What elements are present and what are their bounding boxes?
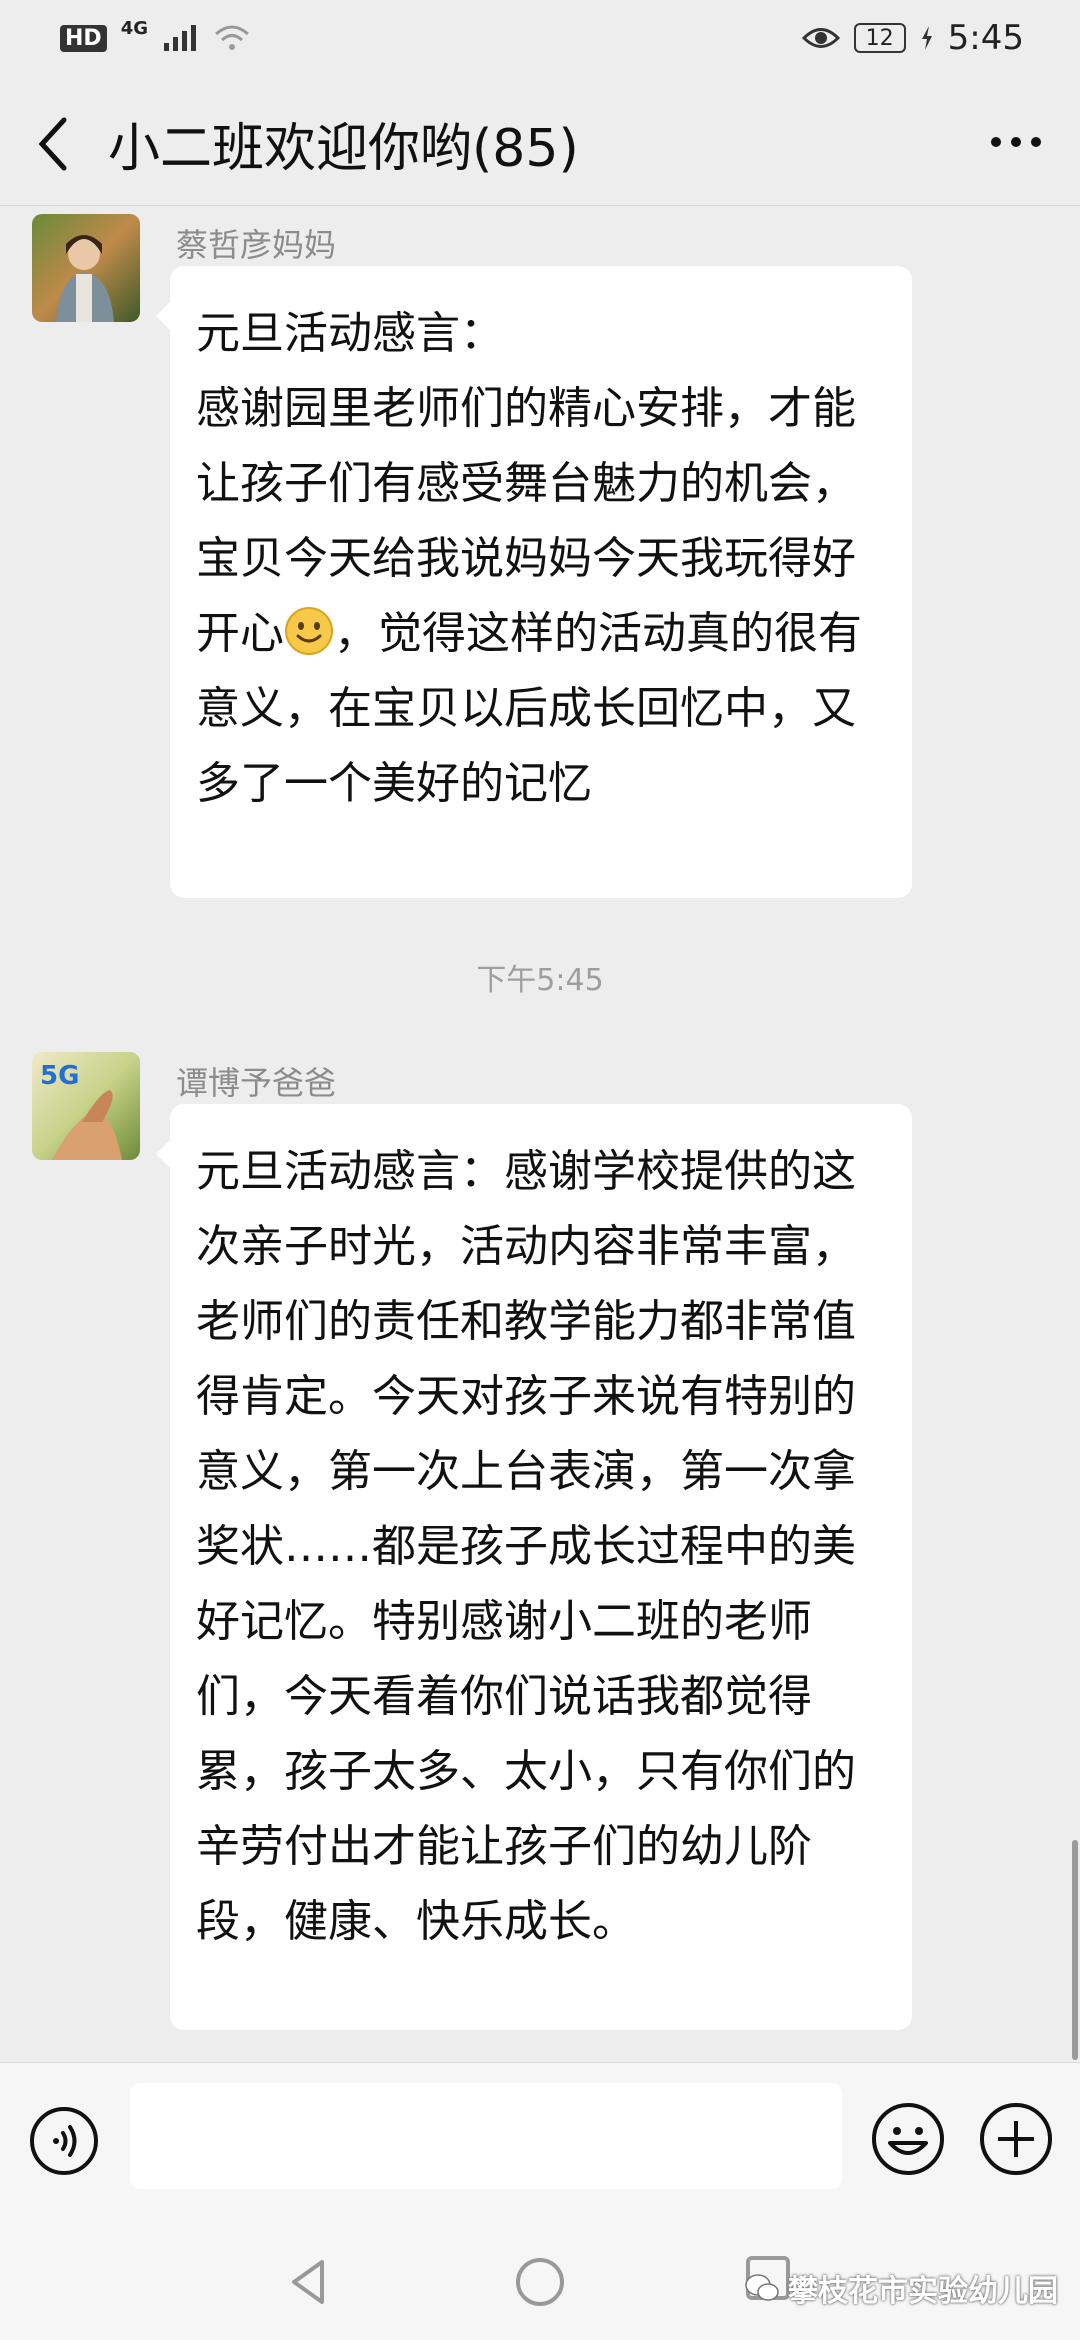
signal-icon [164, 25, 196, 51]
battery-icon: 12 [853, 23, 906, 53]
watermark: 攀枝花市实验幼儿园 [744, 2266, 1058, 2310]
scrollbar[interactable] [1072, 1840, 1078, 2060]
wechat-logo-icon [745, 2274, 779, 2301]
message-bubble[interactable]: 元旦活动感言： 感谢园里老师们的精心安排，才能让孩子们有感受舞台魅力的机会，宝贝… [156, 266, 912, 898]
chat-header: 小二班欢迎你哟(85) [0, 76, 1080, 206]
input-bar [0, 2062, 1080, 2221]
back-arrow-icon[interactable] [34, 114, 74, 174]
wifi-icon [215, 25, 249, 50]
smile-emoji-icon [285, 607, 333, 655]
chat-title: 小二班欢迎你哟(85) [108, 119, 579, 179]
sender-name: 蔡哲彦妈妈 [176, 226, 337, 264]
charging-icon [921, 26, 932, 50]
voice-input-icon[interactable] [28, 2105, 100, 2177]
message-input[interactable] [130, 2083, 842, 2189]
watermark-text: 攀枝花市实验幼儿园 [788, 2274, 1058, 2309]
message-bubble[interactable]: 元旦活动感言：感谢学校提供的这次亲子时光，活动内容非常丰富，老师们的责任和教学能… [156, 1104, 912, 2030]
message-text: 元旦活动感言：感谢学校提供的这次亲子时光，活动内容非常丰富，老师们的责任和教学能… [196, 1146, 856, 1947]
nav-home-icon[interactable] [512, 2254, 568, 2310]
emoji-icon[interactable] [870, 2101, 946, 2177]
status-bar: HD 4G 12 5:45 [0, 0, 1080, 76]
clock: 5:45 [947, 18, 1024, 58]
sender-name: 谭博予爸爸 [176, 1064, 337, 1102]
5g-badge-text: 5G [40, 1061, 79, 1091]
avatar[interactable]: 5G [32, 1052, 140, 1160]
hd-indicator: HD [60, 24, 107, 52]
more-options-icon[interactable] [988, 122, 1044, 162]
message-timestamp: 下午5:45 [476, 963, 604, 998]
plus-icon[interactable] [978, 2101, 1054, 2177]
eye-icon [801, 28, 840, 48]
nav-back-icon[interactable] [282, 2254, 338, 2310]
avatar[interactable] [32, 214, 140, 322]
network-type: 4G [120, 17, 148, 39]
